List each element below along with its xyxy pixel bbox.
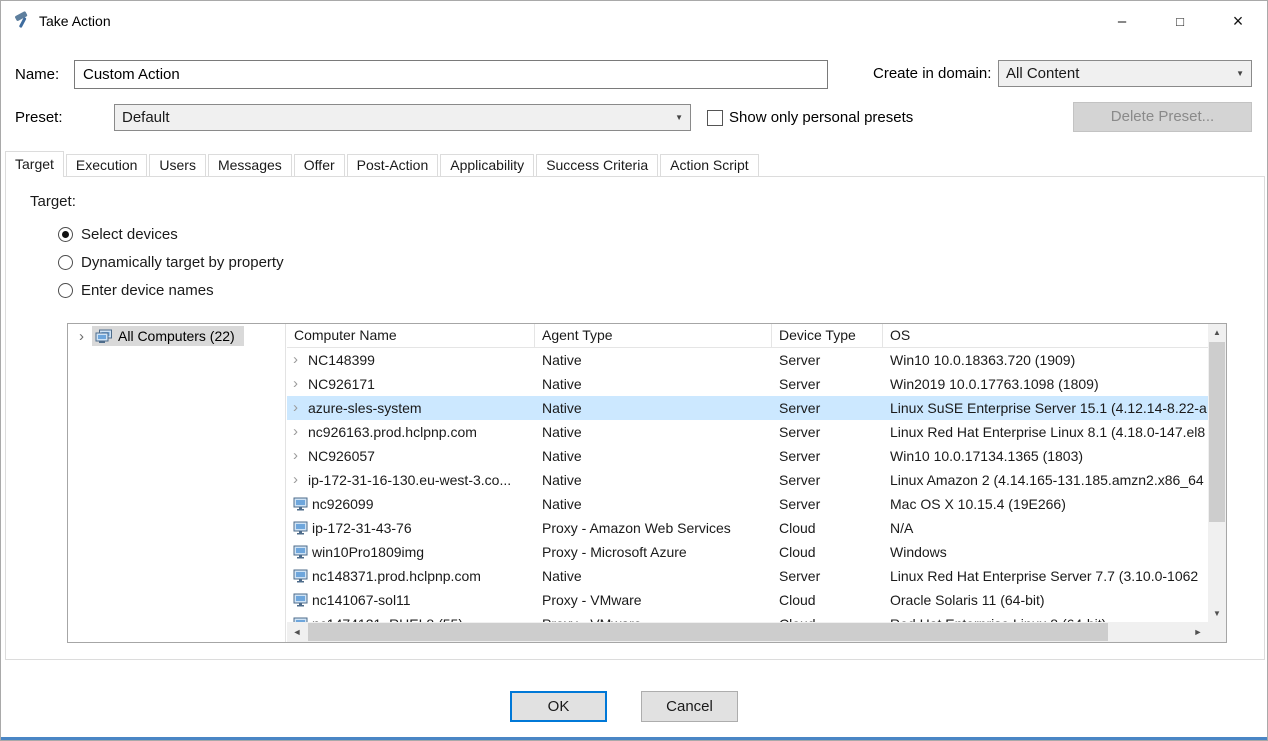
- tab-post-action[interactable]: Post-Action: [347, 154, 439, 176]
- scroll-up-icon[interactable]: ▲: [1208, 324, 1226, 341]
- table-header: Computer Name Agent Type Device Type OS: [287, 324, 1208, 348]
- ok-button[interactable]: OK: [510, 691, 607, 722]
- table-body: ›NC148399 Native Server Win10 10.0.18363…: [287, 348, 1208, 642]
- table-row[interactable]: nc141067-sol11 Proxy - VMware Cloud Orac…: [287, 588, 1208, 612]
- horizontal-scrollbar[interactable]: ◄ ►: [287, 622, 1208, 642]
- preset-selected-value: Default: [122, 109, 170, 126]
- expand-chevron-icon[interactable]: ›: [79, 329, 92, 344]
- name-input[interactable]: [74, 60, 828, 89]
- column-header-device-type[interactable]: Device Type: [772, 324, 883, 347]
- expand-chevron-icon[interactable]: ›: [293, 425, 308, 439]
- tab-action-script[interactable]: Action Script: [660, 154, 759, 176]
- table-row[interactable]: ›NC926171 Native Server Win2019 10.0.177…: [287, 372, 1208, 396]
- tab-success-criteria[interactable]: Success Criteria: [536, 154, 658, 176]
- target-heading: Target:: [30, 193, 76, 210]
- table-row[interactable]: ›NC148399 Native Server Win10 10.0.18363…: [287, 348, 1208, 372]
- scrollbar-corner: [1208, 622, 1226, 642]
- domain-selected-value: All Content: [1006, 65, 1079, 82]
- expand-chevron-icon[interactable]: ›: [293, 353, 308, 367]
- minimize-icon[interactable]: –: [1093, 1, 1151, 41]
- take-action-dialog: { "window": { "title": "Take Action" }, …: [0, 0, 1268, 741]
- tree-item-all-computers[interactable]: › All Computers (22): [68, 324, 285, 348]
- table-row[interactable]: ›ip-172-31-16-130.eu-west-3.co... Native…: [287, 468, 1208, 492]
- target-tab-panel: Target: Select devices Dynamically targe…: [5, 176, 1265, 660]
- take-action-hammer-icon: [12, 11, 32, 31]
- computer-icon: [293, 521, 309, 535]
- scroll-right-icon[interactable]: ►: [1188, 622, 1208, 642]
- title-bar: Take Action – □ ×: [1, 1, 1267, 41]
- create-in-domain-label: Create in domain:: [873, 60, 991, 87]
- tab-target[interactable]: Target: [5, 151, 64, 177]
- expand-chevron-icon[interactable]: ›: [293, 449, 308, 463]
- chevron-down-icon: ▼: [1236, 69, 1244, 78]
- horizontal-scrollbar-thumb[interactable]: [308, 623, 1108, 641]
- cancel-button[interactable]: Cancel: [641, 691, 738, 722]
- radio-enter-device-names[interactable]: Enter device names: [58, 280, 214, 300]
- delete-preset-button[interactable]: Delete Preset...: [1073, 102, 1252, 132]
- tab-users[interactable]: Users: [149, 154, 206, 176]
- tab-strip: Target Execution Users Messages Offer Po…: [5, 151, 761, 177]
- computer-icon: [293, 497, 309, 511]
- scroll-down-icon[interactable]: ▼: [1208, 605, 1226, 622]
- tree-item-label[interactable]: All Computers (22): [118, 328, 235, 344]
- column-header-computer-name[interactable]: Computer Name: [287, 324, 535, 347]
- table-row-selected[interactable]: ›azure-sles-system Native Server Linux S…: [287, 396, 1208, 420]
- table-row[interactable]: ›NC926057 Native Server Win10 10.0.17134…: [287, 444, 1208, 468]
- radio-select-devices[interactable]: Select devices: [58, 224, 178, 244]
- table-row[interactable]: nc148371.prod.hclpnp.com Native Server L…: [287, 564, 1208, 588]
- chevron-down-icon: ▼: [675, 113, 683, 122]
- computer-icon: [293, 569, 309, 583]
- radio-dynamically-target[interactable]: Dynamically target by property: [58, 252, 284, 272]
- window-bottom-accent: [1, 737, 1267, 740]
- table-row[interactable]: win10Pro1809img Proxy - Microsoft Azure …: [287, 540, 1208, 564]
- table-row[interactable]: nc926099 Native Server Mac OS X 10.15.4 …: [287, 492, 1208, 516]
- table-row[interactable]: ›nc926163.prod.hclpnp.com Native Server …: [287, 420, 1208, 444]
- tab-execution[interactable]: Execution: [66, 154, 147, 176]
- radio-button-icon[interactable]: [58, 227, 73, 242]
- window-title: Take Action: [39, 13, 111, 29]
- tab-applicability[interactable]: Applicability: [440, 154, 534, 176]
- vertical-scrollbar[interactable]: ▲ ▼: [1208, 324, 1226, 622]
- tab-offer[interactable]: Offer: [294, 154, 345, 176]
- computer-icon: [293, 593, 309, 607]
- expand-chevron-icon[interactable]: ›: [293, 377, 308, 391]
- expand-chevron-icon[interactable]: ›: [293, 473, 308, 487]
- computer-group-icon: [95, 329, 113, 344]
- vertical-scrollbar-thumb[interactable]: [1209, 342, 1225, 522]
- table-row[interactable]: ip-172-31-43-76 Proxy - Amazon Web Servi…: [287, 516, 1208, 540]
- show-personal-presets-checkbox[interactable]: [707, 110, 723, 126]
- preset-label: Preset:: [15, 104, 63, 131]
- column-header-agent-type[interactable]: Agent Type: [535, 324, 772, 347]
- tab-messages[interactable]: Messages: [208, 154, 292, 176]
- column-header-os[interactable]: OS: [883, 324, 1208, 347]
- name-label: Name:: [15, 60, 59, 89]
- scroll-left-icon[interactable]: ◄: [287, 622, 307, 642]
- radio-button-icon[interactable]: [58, 255, 73, 270]
- close-icon[interactable]: ×: [1209, 1, 1267, 41]
- computer-icon: [293, 545, 309, 559]
- maximize-icon[interactable]: □: [1151, 1, 1209, 41]
- radio-button-icon[interactable]: [58, 283, 73, 298]
- expand-chevron-icon[interactable]: ›: [293, 401, 308, 415]
- show-personal-presets-label[interactable]: Show only personal presets: [729, 104, 913, 131]
- computers-tree: › All Computers (22): [68, 324, 286, 642]
- devices-table: Computer Name Agent Type Device Type OS …: [287, 324, 1208, 642]
- preset-select[interactable]: Default ▼: [114, 104, 691, 131]
- domain-select[interactable]: All Content ▼: [998, 60, 1252, 87]
- devices-pane: › All Computers (22): [67, 323, 1227, 643]
